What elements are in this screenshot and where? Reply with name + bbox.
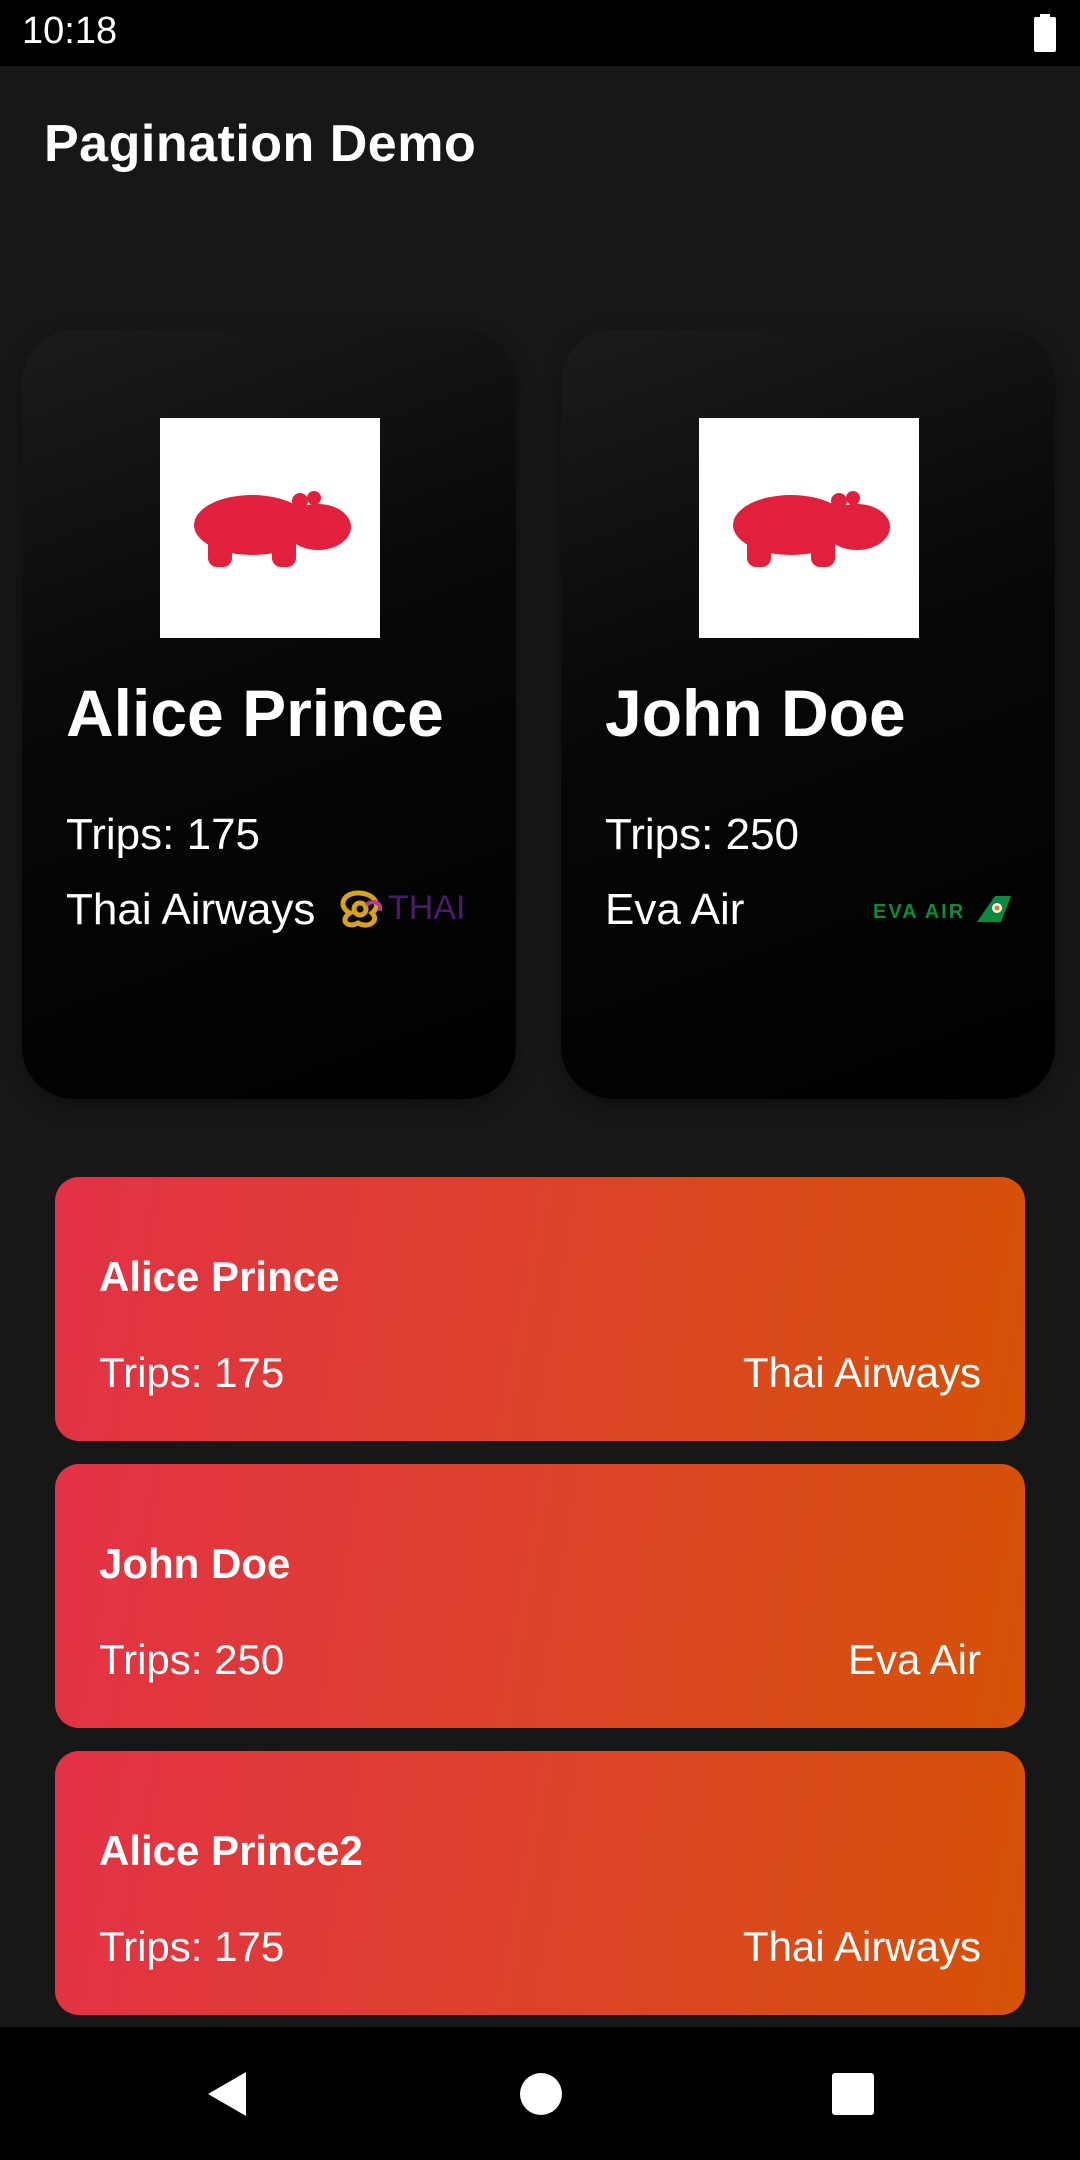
list-item-trips: Trips: 175 <box>99 1349 285 1396</box>
hippo-icon <box>194 491 351 567</box>
list-item-name: Alice Prince2 <box>99 1827 363 1874</box>
list-item-trips: Trips: 250 <box>99 1636 285 1683</box>
list-item-name: John Doe <box>99 1540 291 1587</box>
list-item-trips: Trips: 175 <box>99 1923 285 1970</box>
card-airline: Thai Airways <box>66 885 316 934</box>
list-item-airline: Thai Airways <box>742 1923 981 1970</box>
profile-card[interactable]: John Doe Trips: 250 Eva Air EVA AIR <box>561 330 1055 1099</box>
list-item-name: Alice Prince <box>99 1253 340 1300</box>
card-name: John Doe <box>605 676 906 750</box>
list-item[interactable]: Alice Prince2 Trips: 175 Thai Airways <box>55 1751 1025 2015</box>
status-time: 10:18 <box>22 10 118 52</box>
list-item[interactable]: John Doe Trips: 250 Eva Air <box>55 1464 1025 1728</box>
status-bar: 10:18 <box>0 0 1080 66</box>
avatar <box>160 418 380 638</box>
recents-icon[interactable] <box>826 2067 880 2121</box>
list-item-airline: Eva Air <box>847 1636 981 1683</box>
back-icon[interactable] <box>200 2067 254 2121</box>
battery-icon <box>1034 14 1056 52</box>
card-trips: Trips: 175 <box>66 810 261 859</box>
card-carousel[interactable]: Alice Prince Trips: 175 Thai Airways THA… <box>0 330 1080 1100</box>
avatar <box>699 418 919 638</box>
list-item-airline: Thai Airways <box>742 1349 981 1396</box>
svg-text:THAI: THAI <box>388 889 465 927</box>
app-bar: Pagination Demo <box>0 66 1080 226</box>
navigation-bar <box>0 2027 1080 2160</box>
thai-airways-logo: THAI <box>340 889 465 928</box>
home-icon[interactable] <box>514 2067 568 2121</box>
card-airline: Eva Air <box>605 885 745 934</box>
svg-text:EVA AIR: EVA AIR <box>873 901 965 923</box>
page-title: Pagination Demo <box>44 115 477 173</box>
hippo-icon <box>733 491 890 567</box>
card-trips: Trips: 250 <box>605 810 800 859</box>
profile-card[interactable]: Alice Prince Trips: 175 Thai Airways THA… <box>22 330 516 1099</box>
card-name: Alice Prince <box>66 676 444 750</box>
list-item[interactable]: Alice Prince Trips: 175 Thai Airways <box>55 1177 1025 1441</box>
eva-air-logo: EVA AIR <box>873 896 1011 923</box>
